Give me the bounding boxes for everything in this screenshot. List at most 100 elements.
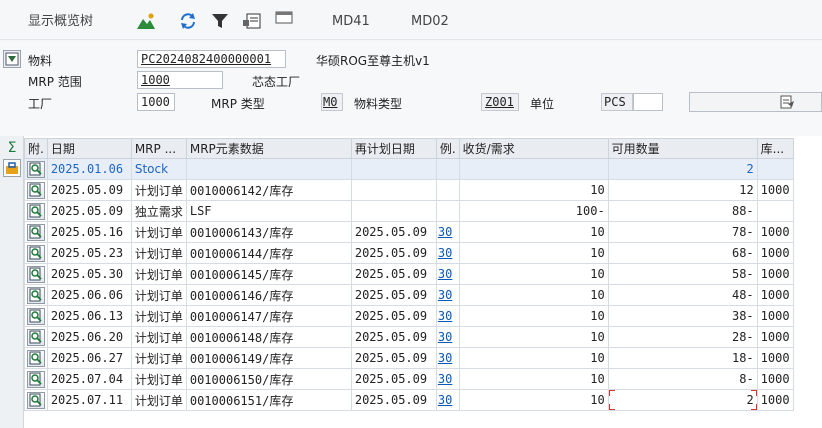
highlight-corner [609,404,615,410]
exception-cell[interactable]: 30 [435,368,460,390]
date-cell: 2025.06.20 [46,326,132,348]
table-row[interactable]: 2025.05.09 独立需求 LSF 100- 88- [24,200,794,222]
details-button[interactable] [689,92,822,112]
exception-link[interactable]: 30 [438,225,452,239]
exception-link[interactable]: 30 [438,309,452,323]
row-detail-icon[interactable] [26,391,45,409]
column-header-receipt-requirement[interactable]: 收货/需求 [458,138,609,159]
row-detail-icon[interactable] [26,160,45,178]
table-row[interactable]: 2025.05.09 计划订单 0010006142/库存 10 12 1000 [24,179,794,201]
column-header-available-qty[interactable]: 可用数量 [607,138,758,159]
table-row[interactable]: 2025.01.06 Stock 2 [24,158,794,180]
mrp-element-cell: 计划订单 [130,389,187,411]
exception-link[interactable]: 30 [438,372,452,386]
table-row[interactable]: 2025.05.30 计划订单 0010006145/库存 2025.05.09 30 1… [24,263,794,285]
layout-config-icon[interactable] [242,11,262,31]
exception-link[interactable]: 30 [438,330,452,344]
column-header-reschedule-date[interactable]: 再计划日期 [350,138,437,159]
display-overview-tree-button[interactable]: 显示概览树 [28,0,93,40]
mrp-element-data-cell: 0010006142/库存 [185,179,352,201]
table-row[interactable]: 2025.06.27 计划订单 0010006149/库存 2025.05.09 30 1… [24,347,794,369]
row-detail-icon[interactable] [26,286,45,304]
exception-cell[interactable]: 30 [435,389,460,411]
exception-cell[interactable]: 30 [435,284,460,306]
column-header-exception[interactable]: 例. [435,138,460,159]
row-detail-icon[interactable] [26,202,45,220]
material-type-field[interactable]: Z001 [481,93,519,111]
table-row[interactable]: 2025.06.06 计划订单 0010006146/库存 2025.05.09 30 1… [24,284,794,306]
row-detail-cell[interactable] [24,326,48,348]
row-detail-icon[interactable] [26,244,45,262]
mrp-type-field[interactable]: M0 [321,93,343,111]
exception-link[interactable]: 30 [438,267,452,281]
storage-location-cell: 1000 [756,221,794,243]
exception-cell[interactable]: 30 [435,242,460,264]
exception-link[interactable]: 30 [438,246,452,260]
bag-icon[interactable] [3,159,21,177]
exception-cell[interactable] [435,179,460,201]
row-detail-icon[interactable] [26,223,45,241]
window-icon[interactable] [274,8,294,28]
row-detail-icon[interactable] [26,349,45,367]
unit-extra-field[interactable] [633,93,663,111]
row-detail-icon[interactable] [26,328,45,346]
mrp-area-field[interactable]: 1000 [137,71,223,89]
filter-icon[interactable] [210,11,230,31]
table-row[interactable]: 2025.05.23 计划订单 0010006144/库存 2025.05.09 30 1… [24,242,794,264]
receipt-requirement-cell [458,158,609,180]
md02-button[interactable]: MD02 [411,0,449,40]
exception-cell[interactable]: 30 [435,263,460,285]
row-detail-cell[interactable] [24,347,48,369]
toggle-header-icon[interactable] [3,50,21,68]
exception-cell[interactable]: 30 [435,347,460,369]
table-row[interactable]: 2025.07.11 计划订单 0010006151/库存 2025.05.09 30 1… [24,389,794,411]
unit-field[interactable]: PCS [601,93,633,111]
column-header-mrp-element[interactable]: MRP ... [130,138,187,159]
date-cell: 2025.05.23 [46,242,132,264]
table-row[interactable]: 2025.06.13 计划订单 0010006147/库存 2025.05.09 30 1… [24,305,794,327]
row-detail-cell[interactable] [24,305,48,327]
row-detail-icon[interactable] [26,181,45,199]
exception-link[interactable]: 30 [438,393,452,407]
row-detail-cell[interactable] [24,221,48,243]
column-header-attachment[interactable]: 附. [24,138,48,159]
exception-cell[interactable] [435,158,460,180]
table-row[interactable]: 2025.07.04 计划订单 0010006150/库存 2025.05.09 30 1… [24,368,794,390]
refresh-icon[interactable] [178,11,198,31]
material-description: 华硕ROG至尊主机v1 [316,54,430,68]
row-detail-icon[interactable] [26,265,45,283]
exception-cell[interactable] [435,200,460,222]
row-detail-cell[interactable] [24,158,48,180]
md41-button[interactable]: MD41 [332,0,370,40]
exception-cell[interactable]: 30 [435,305,460,327]
plant-field[interactable]: 1000 [137,93,175,111]
reschedule-date-cell: 2025.05.09 [350,242,437,264]
date-cell: 2025.01.06 [46,158,132,180]
row-detail-cell[interactable] [24,284,48,306]
mountain-chart-icon[interactable] [136,11,156,31]
row-detail-cell[interactable] [24,179,48,201]
exception-link[interactable]: 30 [438,351,452,365]
row-detail-cell[interactable] [24,200,48,222]
row-detail-icon[interactable] [26,370,45,388]
table-row[interactable]: 2025.06.20 计划订单 0010006148/库存 2025.05.09 30 1… [24,326,794,348]
available-qty-cell: 18- [607,347,758,369]
column-header-mrp-element-data[interactable]: MRP元素数据 [185,138,352,159]
exception-link[interactable]: 30 [438,288,452,302]
row-detail-icon[interactable] [26,307,45,325]
row-detail-cell[interactable] [24,389,48,411]
exception-cell[interactable]: 30 [435,326,460,348]
material-field[interactable]: PC2024082400000001 [137,50,286,68]
exception-cell[interactable]: 30 [435,221,460,243]
table-row[interactable]: 2025.05.16 计划订单 0010006143/库存 2025.05.09 30 1… [24,221,794,243]
mrp-element-data-cell: 0010006149/库存 [185,347,352,369]
sum-icon[interactable]: Σ [3,139,21,157]
available-qty-cell: 48- [607,284,758,306]
column-header-date[interactable]: 日期 [46,138,132,159]
column-header-storage-location[interactable]: 库... [756,138,794,159]
available-qty-cell: 68- [607,242,758,264]
row-detail-cell[interactable] [24,368,48,390]
row-detail-cell[interactable] [24,263,48,285]
row-detail-cell[interactable] [24,242,48,264]
application-toolbar: 显示概览树 MD41 MD02 [0,0,822,40]
